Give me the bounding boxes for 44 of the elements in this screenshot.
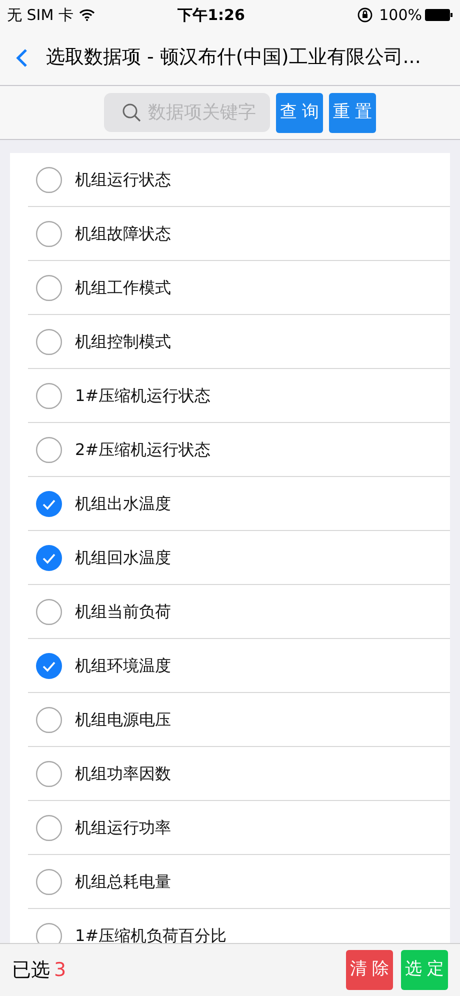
data-item-row[interactable]: 机组功率因数 (10, 747, 450, 801)
carrier-label: 无 SIM 卡 (7, 4, 74, 26)
data-item-row[interactable]: 1#压缩机运行状态 (10, 369, 450, 423)
item-label: 机组回水温度 (75, 547, 171, 569)
item-label: 机组电源电压 (75, 709, 171, 731)
battery-icon (425, 9, 453, 21)
item-label: 机组运行功率 (75, 817, 171, 839)
item-label: 机组故障状态 (75, 223, 171, 245)
item-label: 1#压缩机负荷百分比 (75, 925, 227, 943)
selected-label: 已选 (12, 958, 50, 983)
data-item-row[interactable]: 机组故障状态 (10, 207, 450, 261)
back-chevron-icon (16, 48, 28, 68)
page-title: 选取数据项 - 顿汉布什(中国)工业有限公司... (46, 45, 421, 70)
clear-button[interactable]: 清 除 (346, 950, 393, 990)
item-label: 机组当前负荷 (75, 601, 171, 623)
data-item-row[interactable]: 机组运行功率 (10, 801, 450, 855)
item-label: 2#压缩机运行状态 (75, 439, 211, 461)
item-label: 机组环境温度 (75, 655, 171, 677)
rotation-lock-icon (357, 7, 374, 23)
search-action-button[interactable]: 重 置 (329, 92, 376, 132)
data-item-row[interactable]: 机组控制模式 (10, 315, 450, 369)
wifi-icon (79, 9, 96, 21)
data-item-row[interactable]: 机组出水温度 (10, 477, 450, 531)
data-item-row[interactable]: 机组当前负荷 (10, 585, 450, 639)
selected-count: 3 (54, 958, 66, 983)
data-item-row[interactable]: 2#压缩机运行状态 (10, 423, 450, 477)
data-item-row[interactable]: 机组电源电压 (10, 693, 450, 747)
data-item-row[interactable]: 机组工作模式 (10, 261, 450, 315)
data-item-row[interactable]: 机组回水温度 (10, 531, 450, 585)
item-label: 1#压缩机运行状态 (75, 385, 211, 407)
data-item-row[interactable]: 1#压缩机负荷百分比 (10, 909, 450, 943)
item-label: 机组工作模式 (75, 277, 171, 299)
data-item-row[interactable]: 机组环境温度 (10, 639, 450, 693)
clock-label: 下午1:26 (178, 4, 245, 26)
item-label: 机组控制模式 (75, 331, 171, 353)
item-label: 机组总耗电量 (75, 871, 171, 893)
battery-percent: 100% (379, 4, 422, 26)
data-item-row[interactable]: 机组总耗电量 (10, 855, 450, 909)
item-label: 机组出水温度 (75, 493, 171, 515)
item-label: 机组功率因数 (75, 763, 171, 785)
search-action-button[interactable]: 查 询 (276, 92, 323, 132)
search-icon (122, 103, 142, 123)
item-label: 机组运行状态 (75, 169, 171, 191)
data-item-row[interactable]: 机组运行状态 (10, 153, 450, 207)
